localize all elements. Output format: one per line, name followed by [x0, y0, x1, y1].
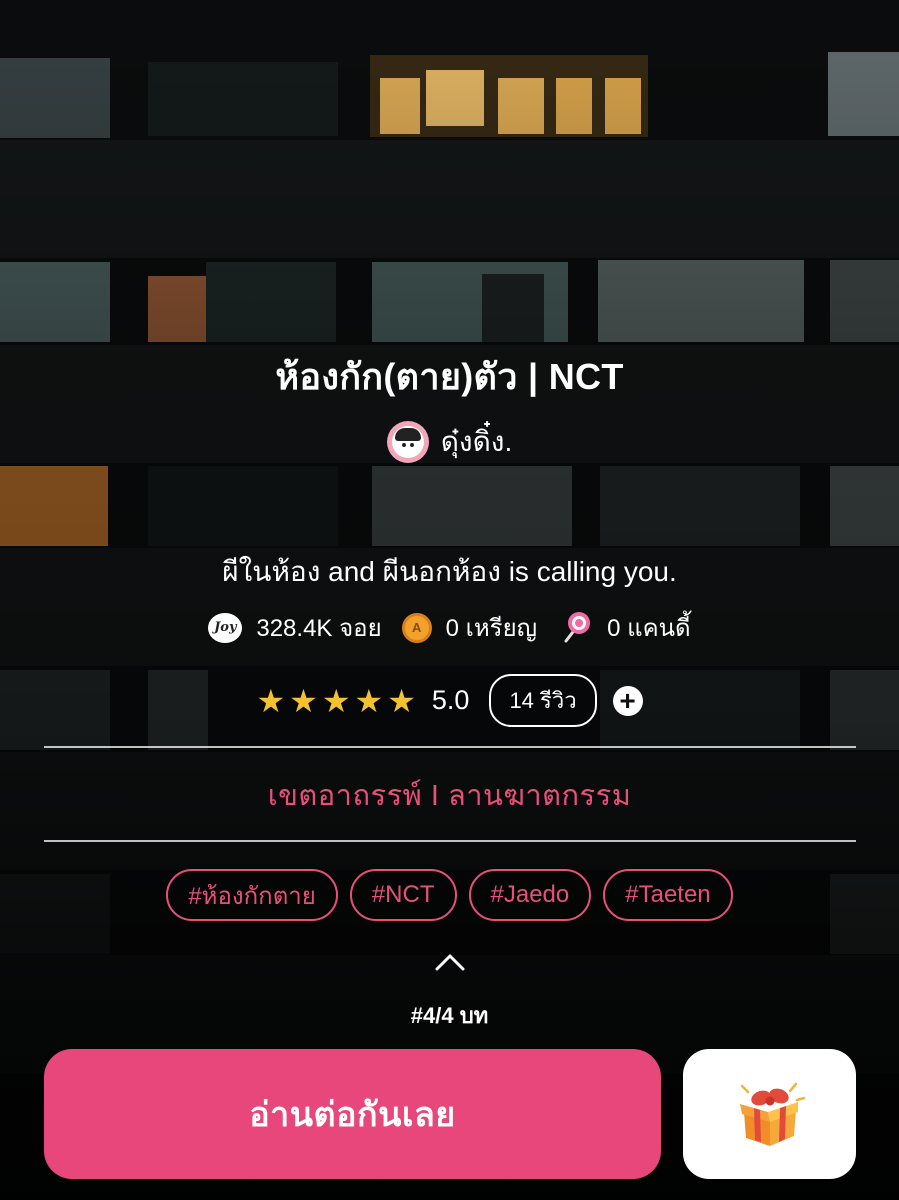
candy-stat: 0 แคนดี้ — [557, 608, 691, 647]
tag-chip[interactable]: #Jaedo — [468, 869, 592, 921]
coins-count: 0 เหรียญ — [445, 615, 538, 642]
continue-reading-button[interactable]: อ่านต่อกันเลย — [44, 1049, 661, 1179]
author-name[interactable]: ดุ๋งดิ๋ง. — [441, 420, 513, 464]
star-icon: ★ — [289, 682, 318, 719]
tag-chip[interactable]: #NCT — [349, 869, 457, 921]
episode-count: #4/4 บท — [410, 1003, 489, 1028]
author-avatar[interactable] — [386, 421, 429, 463]
author-row[interactable]: ดุ๋งดิ๋ง. — [0, 420, 899, 464]
star-icon: ★ — [321, 682, 351, 719]
divider — [44, 840, 856, 842]
views-count: 328.4K จอย — [256, 615, 382, 642]
tag-chip[interactable]: #ห้องกักตาย — [166, 869, 338, 921]
star-icon: ★ — [354, 682, 384, 719]
add-review-button[interactable]: + — [612, 685, 643, 716]
candy-count: 0 แคนดี้ — [607, 615, 691, 642]
story-title: ห้องกัก(ตาย)ตัว | NCT — [275, 356, 624, 397]
star-rating: ★ ★ ★ ★ ★ — [256, 685, 415, 717]
coins-stat: A 0 เหรียญ — [401, 608, 538, 647]
views-stat: Joy 328.4K จอย — [208, 608, 382, 647]
lollipop-icon — [557, 610, 593, 646]
tag-chip[interactable]: #Taeten — [603, 869, 733, 921]
gift-box-icon — [728, 1076, 812, 1153]
joy-icon: Joy — [208, 612, 243, 643]
reviews-button[interactable]: 14 รีวิว — [489, 674, 597, 727]
divider — [44, 746, 856, 748]
story-detail: ห้องกัก(ตาย)ตัว | NCT ดุ๋งดิ๋ง. ผีในห้อง… — [0, 0, 899, 1200]
story-tagline: ผีในห้อง and ผีนอกห้อง is calling you. — [222, 556, 677, 587]
rating-row: ★ ★ ★ ★ ★ 5.0 14 รีวิว + — [0, 674, 899, 727]
chevron-up-icon[interactable] — [435, 952, 465, 972]
star-icon: ★ — [387, 682, 416, 719]
gift-button[interactable] — [683, 1049, 856, 1179]
coin-icon: A — [401, 612, 432, 643]
star-icon: ★ — [256, 682, 286, 719]
rating-score: 5.0 — [431, 685, 470, 715]
stats-row: Joy 328.4K จอย A 0 เหรียญ 0 แคนดี้ — [0, 608, 899, 647]
genre-label[interactable]: เขตอาถรรพ์ I ลานฆาตกรรม — [0, 772, 899, 818]
tag-list: #ห้องกักตาย #NCT #Jaedo #Taeten — [0, 869, 899, 921]
